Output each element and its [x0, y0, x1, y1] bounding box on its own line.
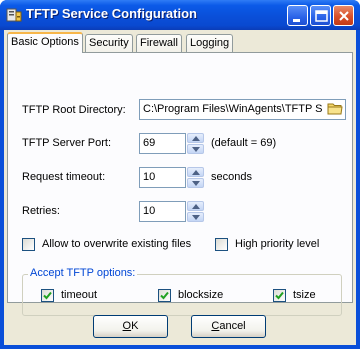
server-port-value: 69 [143, 137, 156, 149]
spin-down-icon [192, 147, 200, 152]
tab-panel-basic-options: TFTP Root Directory: C:\Program Files\Wi… [7, 52, 353, 316]
server-port-spinner[interactable] [187, 133, 204, 154]
dialog-client-area: Basic Options Security Firewall Logging … [4, 30, 356, 345]
minimize-button[interactable] [287, 5, 308, 26]
root-directory-label: TFTP Root Directory: [22, 104, 126, 116]
checkmark-icon [160, 291, 169, 300]
server-port-input[interactable]: 69 [139, 133, 186, 154]
request-timeout-value: 10 [143, 171, 156, 183]
tab-security[interactable]: Security [85, 34, 133, 52]
app-icon [6, 8, 22, 22]
request-timeout-unit: seconds [211, 171, 252, 183]
spin-up-button[interactable] [187, 133, 204, 143]
spin-up-button[interactable] [187, 167, 204, 177]
spin-up-icon [192, 170, 200, 175]
window-title: TFTP Service Configuration [26, 6, 197, 21]
checkmark-icon [43, 291, 52, 300]
accept-blocksize-label: blocksize [178, 289, 224, 301]
tab-logging[interactable]: Logging [186, 34, 234, 52]
spin-down-icon [192, 181, 200, 186]
cancel-label-rest: ancel [219, 320, 246, 332]
title-bar[interactable]: TFTP Service Configuration [0, 0, 360, 30]
retries-value: 10 [143, 205, 156, 217]
accept-timeout-label: timeout [61, 289, 98, 301]
dialog-window: TFTP Service Configuration Basic Options… [0, 0, 360, 349]
maximize-icon [315, 10, 328, 22]
folder-icon[interactable] [327, 101, 343, 116]
request-timeout-input[interactable]: 10 [139, 167, 186, 188]
minimize-icon [293, 19, 300, 22]
accept-timeout-checkbox[interactable] [41, 289, 54, 302]
high-priority-label: High priority level [235, 238, 320, 250]
ok-mnemonic: O [122, 320, 132, 332]
server-port-default-hint: (default = 69) [211, 137, 277, 149]
retries-input[interactable]: 10 [139, 201, 186, 222]
close-button[interactable] [333, 5, 354, 26]
accept-tsize-label: tsize [293, 289, 316, 301]
overwrite-files-label: Allow to overwrite existing files [42, 238, 192, 250]
accept-blocksize-checkbox[interactable] [158, 289, 171, 302]
request-timeout-spinner[interactable] [187, 167, 204, 188]
server-port-label: TFTP Server Port: [22, 137, 112, 149]
retries-spinner[interactable] [187, 201, 204, 222]
high-priority-checkbox[interactable] [215, 238, 228, 251]
root-directory-input[interactable]: C:\Program Files\WinAgents\TFTP S [139, 99, 346, 120]
accept-tsize-checkbox[interactable] [273, 289, 286, 302]
spin-down-button[interactable] [187, 178, 204, 188]
close-icon [339, 11, 349, 21]
maximize-button[interactable] [310, 5, 331, 26]
spin-down-button[interactable] [187, 212, 204, 222]
tab-basic-options[interactable]: Basic Options [7, 32, 83, 53]
checkmark-icon [275, 291, 284, 300]
ok-button[interactable]: OK [93, 315, 168, 338]
tab-firewall[interactable]: Firewall [136, 34, 182, 52]
spin-down-button[interactable] [187, 144, 204, 154]
cancel-button[interactable]: Cancel [191, 315, 266, 338]
overwrite-files-checkbox[interactable] [22, 238, 35, 251]
spin-up-icon [192, 204, 200, 209]
accept-options-title: Accept TFTP options: [28, 267, 138, 279]
spin-up-button[interactable] [187, 201, 204, 211]
ok-label-rest: K [131, 320, 139, 332]
spin-down-icon [192, 215, 200, 220]
request-timeout-label: Request timeout: [22, 171, 106, 183]
retries-label: Retries: [22, 205, 60, 217]
root-directory-value: C:\Program Files\WinAgents\TFTP S [143, 103, 323, 115]
spin-up-icon [192, 136, 200, 141]
